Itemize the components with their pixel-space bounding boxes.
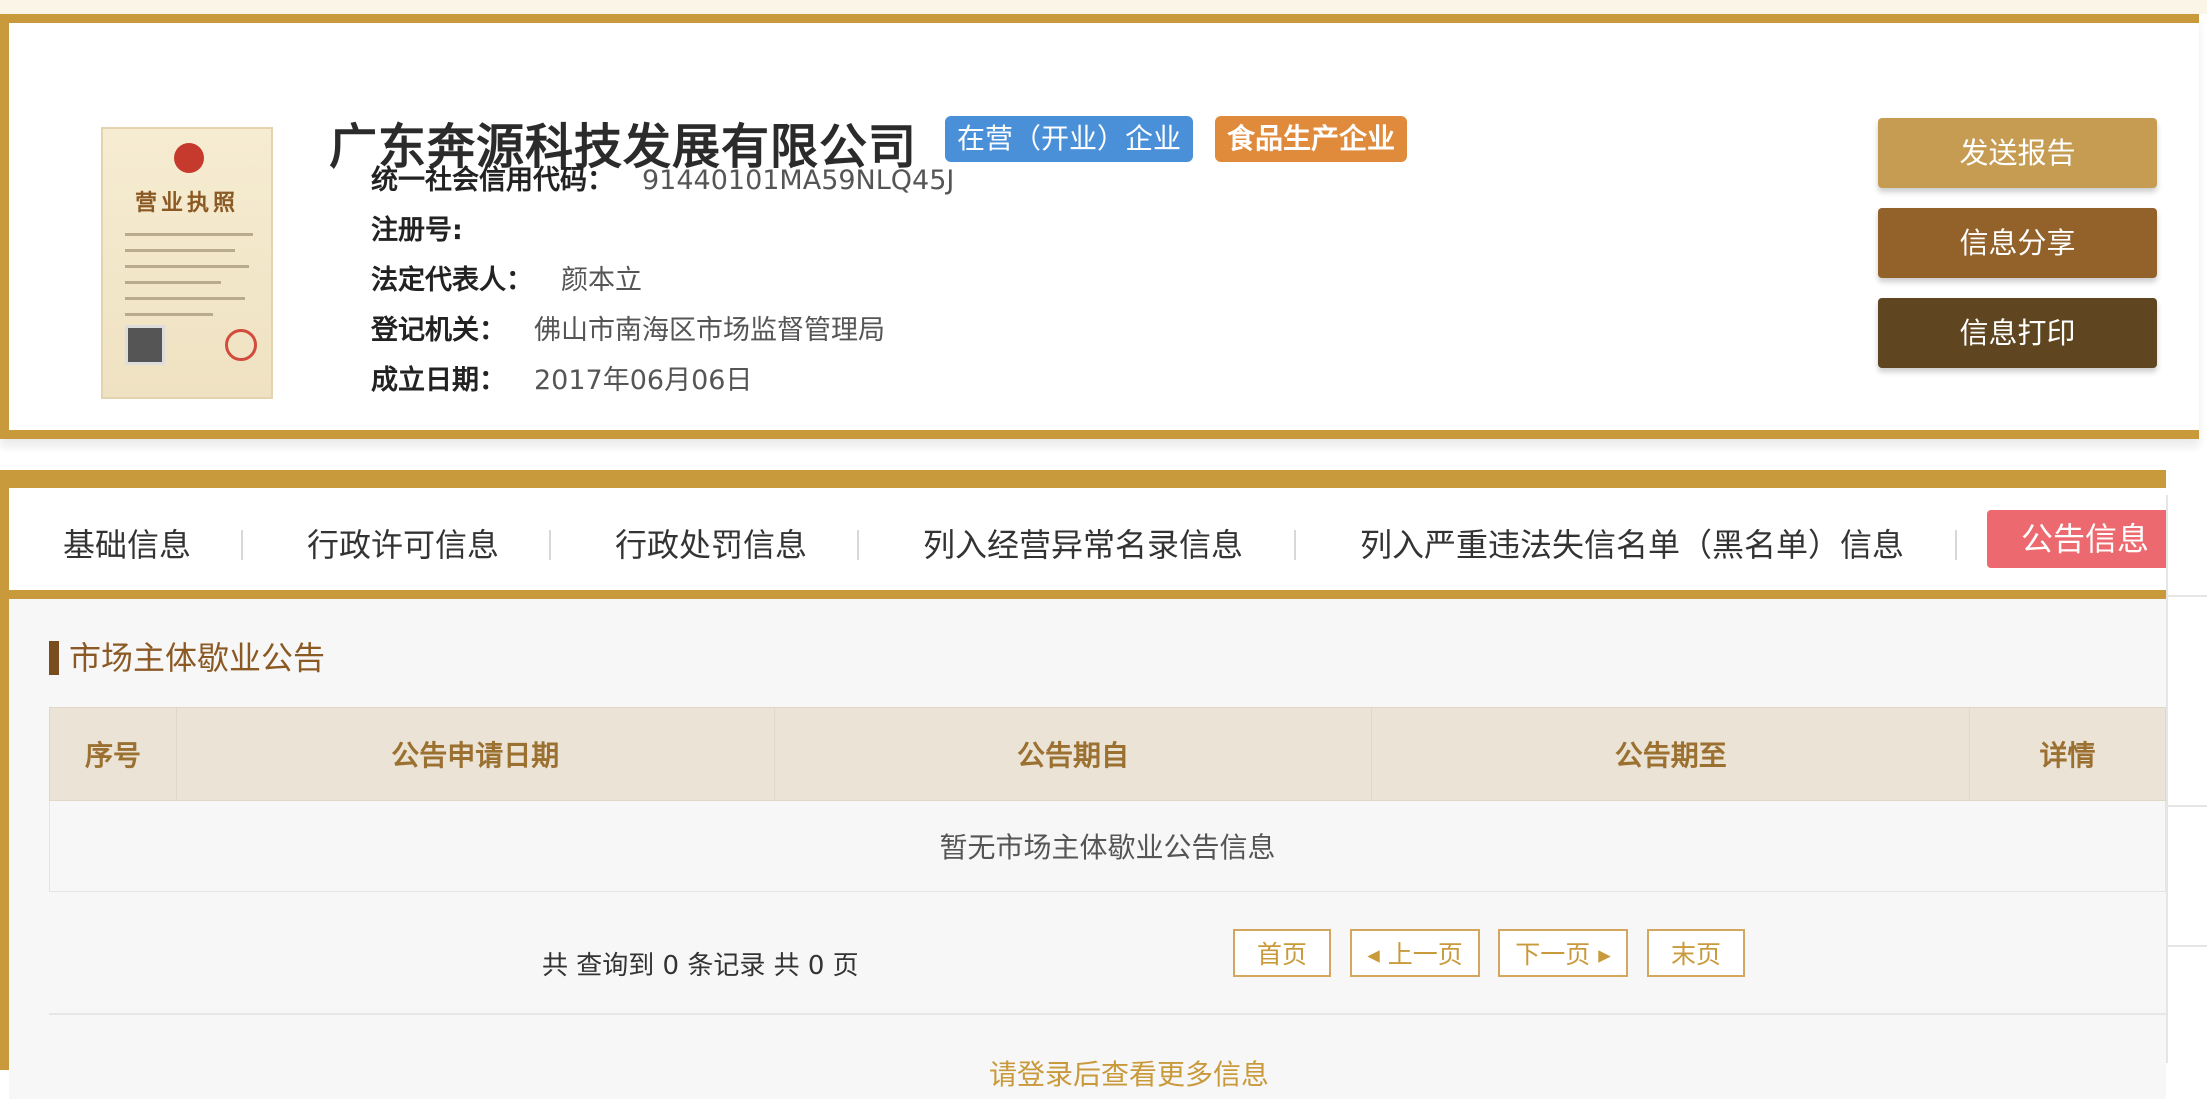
prev-page-label: 上一页 [1387,940,1463,969]
company-card: 营业执照 广东奔源科技发展有限公司 在营（开业）企业 食品生产企业 统一社会信用… [0,14,2199,439]
tab-admin-license[interactable]: 行政许可信息 [307,520,499,566]
col-period-start: 公告期自 [773,707,1373,801]
legal-rep-label: 法定代表人： [371,265,533,296]
frame-line [2168,595,2207,597]
tab-blacklist[interactable]: 列入严重违法失信名单（黑名单）信息 [1360,520,1904,566]
caret-left-icon: ◂ [1367,940,1388,969]
qr-code-icon [125,325,165,365]
next-page-button[interactable]: 下一页 ▸ [1498,929,1628,977]
category-badge: 食品生产企业 [1215,116,1408,162]
tab-divider [549,530,551,560]
official-stamp-icon [225,329,257,361]
credit-code-label: 统一社会信用代码： [371,165,614,196]
announcement-table: 序号 公告申请日期 公告期自 公告期至 详情 暂无市场主体歇业公告信息 [49,707,2166,892]
established-value: 2017年06月06日 [534,365,753,396]
caret-right-icon: ▸ [1590,940,1611,969]
tab-abnormal-list[interactable]: 列入经营异常名录信息 [923,520,1243,566]
tab-divider [857,530,859,560]
authority-row: 登记机关： 佛山市南海区市场监督管理局 [371,313,885,349]
established-label: 成立日期： [371,365,506,396]
section-title: 市场主体歇业公告 [49,641,325,675]
table-row: 暂无市场主体歇业公告信息 [49,800,2166,892]
reg-no-label: 注册号: [371,215,463,246]
announcement-content: 市场主体歇业公告 序号 公告申请日期 公告期自 公告期至 详情 暂无市场主体歇业… [9,599,2166,1099]
tab-admin-penalty[interactable]: 行政处罚信息 [615,520,807,566]
license-text-line [125,233,253,236]
top-strip [0,0,2207,14]
credit-code-row: 统一社会信用代码： 91440101MA59NLQ45J [371,163,954,199]
legal-rep-value: 颜本立 [561,265,642,296]
right-side-frame [2166,495,2207,1063]
next-page-label: 下一页 [1515,940,1591,969]
license-text-line [125,297,245,300]
legal-rep-row: 法定代表人： 颜本立 [371,263,642,299]
tab-divider [1955,530,1957,560]
license-text-line [125,313,213,316]
frame-line [2168,945,2207,947]
pagination-summary: 共 查询到 0 条记录 共 0 页 [542,951,859,981]
credit-code-value: 91440101MA59NLQ45J [642,165,955,196]
tab-divider [241,530,243,560]
col-apply-date: 公告申请日期 [175,707,775,801]
col-details: 详情 [1969,707,2166,801]
license-text-line [125,281,221,284]
license-text-line [125,249,235,252]
share-info-button[interactable]: 信息分享 [1878,208,2157,278]
authority-label: 登记机关： [371,315,506,346]
license-text-line [125,265,249,268]
prev-page-button[interactable]: ◂ 上一页 [1350,929,1480,977]
national-emblem-icon [174,143,204,173]
col-period-end: 公告期至 [1371,707,1971,801]
content-divider [49,1013,2166,1015]
table-header-row: 序号 公告申请日期 公告期自 公告期至 详情 [49,707,2166,801]
last-page-button[interactable]: 末页 [1647,929,1745,977]
empty-message: 暂无市场主体歇业公告信息 [49,800,2166,892]
tab-basic-info[interactable]: 基础信息 [63,520,191,566]
tab-bar: 基础信息 行政许可信息 行政处罚信息 列入经营异常名录信息 列入严重违法失信名单… [9,488,2184,599]
col-index: 序号 [49,707,177,801]
first-page-button[interactable]: 首页 [1233,929,1331,977]
status-badge: 在营（开业）企业 [945,116,1194,162]
login-more-link[interactable]: 请登录后查看更多信息 [989,1053,1269,1093]
tab-divider [1294,530,1296,560]
frame-line [2168,805,2207,807]
established-row: 成立日期： 2017年06月06日 [371,363,752,399]
print-info-button[interactable]: 信息打印 [1878,298,2157,368]
business-license-image: 营业执照 [101,127,273,399]
license-title: 营业执照 [134,191,239,216]
reg-no-row: 注册号: [371,213,491,249]
authority-value: 佛山市南海区市场监督管理局 [534,315,885,346]
tab-section: 基础信息 行政许可信息 行政处罚信息 列入经营异常名录信息 列入严重违法失信名单… [0,470,2184,1099]
send-report-button[interactable]: 发送报告 [1878,118,2157,188]
tab-announcements[interactable]: 公告信息 [1987,510,2184,568]
